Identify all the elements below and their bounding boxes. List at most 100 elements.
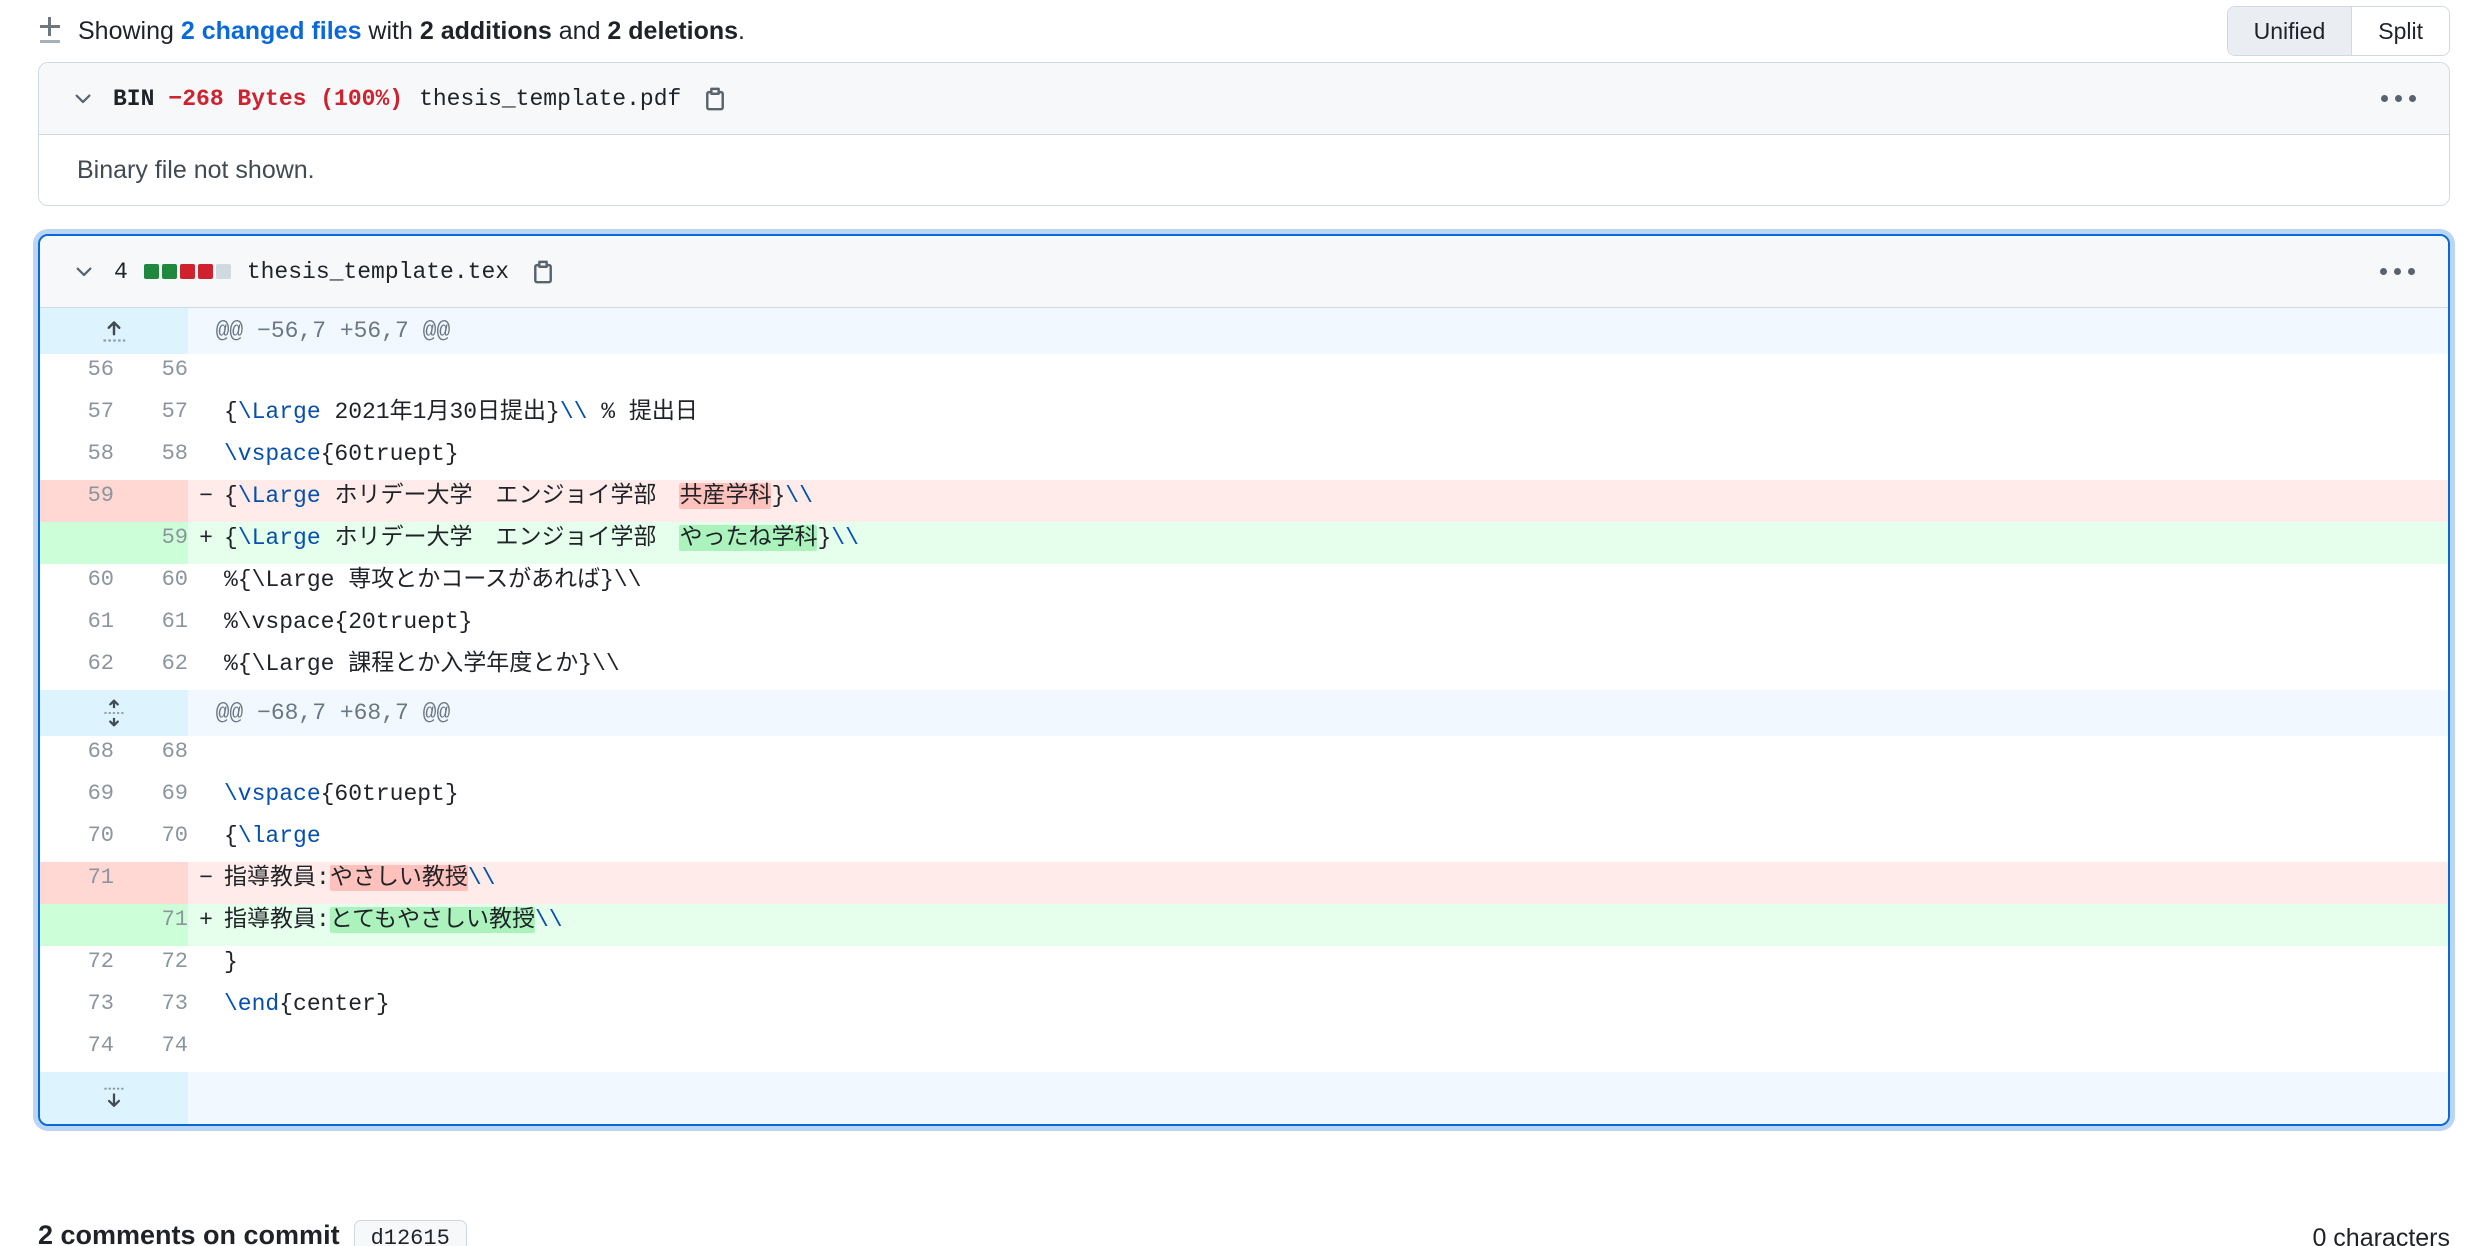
old-line-number[interactable]: 72 (40, 946, 114, 988)
copy-path-icon-tex[interactable] (527, 256, 559, 288)
new-line-number[interactable]: 70 (114, 820, 188, 862)
old-line-number[interactable]: 56 (40, 354, 114, 396)
diff-line-sign (188, 946, 224, 978)
diff-code-cell (188, 736, 2448, 778)
file-block-tex: 4 thesis_template.tex @@ −56,7 +56,7 @@ 5… (38, 234, 2450, 1126)
stat-block-add-2 (161, 264, 177, 279)
diff-line-row: 58 58 \vspace{60truept} (40, 438, 2448, 480)
old-line-number[interactable]: 74 (40, 1030, 114, 1072)
diff-line-sign (188, 354, 224, 386)
unified-view-button[interactable]: Unified (2227, 7, 2352, 55)
summary-middle: with (361, 16, 420, 45)
chevron-down-icon-tex[interactable] (62, 250, 106, 294)
diff-line-row: 73 73 \end{center} (40, 988, 2448, 1030)
changed-files-link[interactable]: 2 changed files (181, 17, 362, 45)
diff-line-row: 59 + {\Large ホリデー大学 エンジョイ学部 やったね学科}\\ (40, 522, 2448, 564)
new-line-number[interactable]: 74 (114, 1030, 188, 1072)
old-line-number[interactable]: 62 (40, 648, 114, 690)
diff-line-sign (188, 564, 224, 596)
new-line-number[interactable]: 60 (114, 564, 188, 606)
code-token: } (224, 949, 238, 975)
comments-heading: 2 comments on commit (38, 1220, 340, 1246)
code-token: ホリデー大学 エンジョイ学部 (320, 483, 680, 509)
latex-command-token: \Large (237, 399, 321, 425)
old-line-number[interactable]: 60 (40, 564, 114, 606)
deletions-count: 2 deletions (607, 16, 739, 45)
new-line-number[interactable]: 73 (114, 988, 188, 1030)
new-line-number[interactable]: 61 (114, 606, 188, 648)
old-line-number[interactable]: 61 (40, 606, 114, 648)
old-line-number[interactable]: 73 (40, 988, 114, 1030)
expand-down-icon[interactable] (40, 1072, 188, 1124)
old-line-number[interactable]: 59 (40, 480, 114, 522)
diff-line-row: 62 62 %{\Large 課程とか入学年度とか}\\ (40, 648, 2448, 690)
diff-hunk-header-row: @@ −68,7 +68,7 @@ (40, 690, 2448, 736)
latex-command-token: \large (237, 823, 321, 849)
diff-stat-icon (38, 16, 62, 46)
file-options-kebab-icon-pdf[interactable] (2375, 79, 2421, 119)
old-line-number[interactable]: 57 (40, 396, 114, 438)
file-header-left: BIN −268 Bytes (100%) thesis_template.pd… (61, 77, 731, 121)
old-line-number[interactable]: 70 (40, 820, 114, 862)
chevron-down-icon[interactable] (61, 77, 105, 121)
expand-up-icon[interactable] (40, 308, 188, 354)
diff-table: @@ −56,7 +56,7 @@ 56 56 57 57 {\Large 2021年… (40, 308, 2448, 1124)
diff-code-cell: \end{center} (188, 988, 2448, 1030)
new-line-number[interactable] (114, 862, 188, 904)
diff-line-sign (188, 820, 224, 852)
commit-comments-footer: 2 comments on commit d12615 0 characters (0, 1220, 2488, 1246)
comment-token: %{\Large 課程とか入学年度とか}\\ (224, 651, 620, 677)
footer-right-text: 0 characters (2312, 1224, 2450, 1246)
diff-line-sign: + (199, 525, 213, 551)
diff-page: Showing 2 changed files with 2 additions… (0, 0, 2488, 1246)
comment-token: % 提出日 (587, 399, 698, 425)
diff-view-toggle: Unified Split (2226, 6, 2450, 56)
new-line-number[interactable]: 58 (114, 438, 188, 480)
diff-code-cell: + 指導教員:とてもやさしい教授\\ (188, 904, 2448, 946)
expand-updown-icon[interactable] (40, 690, 188, 736)
copy-path-icon[interactable] (699, 83, 731, 115)
diff-code-cell: %{\Large 課程とか入学年度とか}\\ (188, 648, 2448, 690)
old-line-number[interactable]: 69 (40, 778, 114, 820)
expand-bottom-spacer (188, 1072, 2448, 1124)
file-header-tex: 4 thesis_template.tex (40, 236, 2448, 308)
new-line-number[interactable] (114, 480, 188, 522)
diff-line-row: 56 56 (40, 354, 2448, 396)
diff-hunk-header-row: @@ −56,7 +56,7 @@ (40, 308, 2448, 354)
code-token: { (224, 399, 238, 425)
code-token: {60truept} (320, 781, 459, 807)
linebreak-token: \\ (559, 399, 588, 425)
diff-code-cell: + {\Large ホリデー大学 エンジョイ学部 やったね学科}\\ (188, 522, 2448, 564)
old-line-number[interactable] (40, 904, 114, 946)
code-token: 指導教員: (224, 907, 330, 933)
old-line-number[interactable]: 58 (40, 438, 114, 480)
code-token: 2021年1月30日提出} (320, 399, 560, 425)
diff-line-sign: − (199, 483, 213, 509)
old-line-number[interactable] (40, 522, 114, 564)
commit-sha-chip[interactable]: d12615 (353, 1220, 467, 1246)
diff-code-cell: \vspace{60truept} (188, 778, 2448, 820)
old-line-number[interactable]: 71 (40, 862, 114, 904)
new-line-number[interactable]: 57 (114, 396, 188, 438)
code-token: {center} (279, 991, 390, 1017)
split-view-button[interactable]: Split (2352, 7, 2449, 55)
file-options-kebab-icon-tex[interactable] (2374, 252, 2420, 292)
diff-code-cell (188, 354, 2448, 396)
binary-size-delta: −268 Bytes (100%) (168, 85, 404, 112)
new-line-number[interactable]: 71 (114, 904, 188, 946)
new-line-number[interactable]: 59 (114, 522, 188, 564)
summary-conjunction: and (551, 16, 608, 45)
new-line-number[interactable]: 68 (114, 736, 188, 778)
new-line-number[interactable]: 62 (114, 648, 188, 690)
latex-command-token: \vspace (224, 441, 321, 467)
summary-suffix: . (738, 16, 745, 45)
linebreak-token: \\ (534, 907, 563, 933)
stat-block-del-1 (179, 264, 195, 279)
new-line-number[interactable]: 69 (114, 778, 188, 820)
diff-code-cell: %{\Large 専攻とかコースがあれば}\\ (188, 564, 2448, 606)
diff-line-row: 60 60 %{\Large 専攻とかコースがあれば}\\ (40, 564, 2448, 606)
new-line-number[interactable]: 72 (114, 946, 188, 988)
old-line-number[interactable]: 68 (40, 736, 114, 778)
diff-line-row: 72 72 } (40, 946, 2448, 988)
new-line-number[interactable]: 56 (114, 354, 188, 396)
